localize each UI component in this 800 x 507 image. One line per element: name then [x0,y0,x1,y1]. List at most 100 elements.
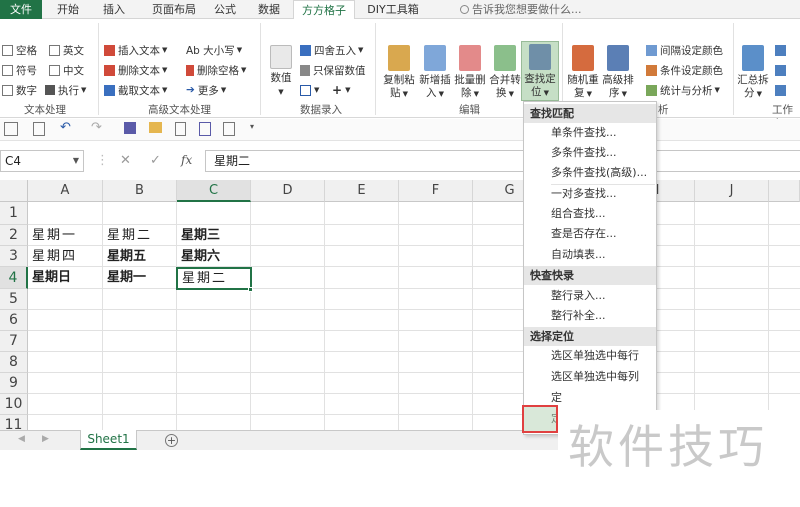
menu-item-combo-lookup[interactable]: 组合查找... [524,204,656,224]
case-button[interactable]: Ab 大小写 ▼ [186,41,242,59]
cell-b4[interactable]: 星期一 [103,267,177,289]
batch-delete-button[interactable]: 批量删除 ▼ [452,43,488,101]
menu-item-row-complete[interactable]: 整行补全... [524,306,656,326]
open-folder-icon[interactable] [149,122,162,133]
statistics-button[interactable]: 统计与分析 ▼ [646,81,720,99]
tab-data[interactable]: 数据 [253,0,285,19]
row-header-6[interactable]: 6 [0,310,28,331]
active-cell-c4[interactable]: 星期二 [176,267,252,290]
format-button[interactable]: ▼ [300,81,319,99]
row-header-11[interactable]: 11 [0,415,28,430]
cancel-icon[interactable]: ✕ [120,153,131,168]
find-locate-button[interactable]: 查找定位 ▼ [521,41,559,101]
insert-new-button[interactable]: 新增插入 ▼ [417,43,453,101]
summary-split-button[interactable]: 汇总拆分 ▼ [736,43,770,101]
tab-fangfang[interactable]: 方方格子 [293,0,355,20]
undo-icon[interactable]: ↶ [60,121,74,136]
redo-icon[interactable]: ↷ [91,121,105,136]
formula-input[interactable]: 星期二 [205,150,800,172]
qat-customize-icon[interactable]: ▾ [250,122,264,136]
condition-color-button[interactable]: 条件设定颜色 [646,61,723,79]
row-header-5[interactable]: 5 [0,289,28,310]
checkbox-symbol[interactable]: 符号 [2,61,37,79]
cell-b2[interactable]: 星期二 [103,225,177,246]
checkbox-english[interactable]: 英文 [49,41,84,59]
checkbox-chinese[interactable]: 中文 [49,61,84,79]
insert-function-button[interactable]: fx [181,153,192,167]
row-header-9[interactable]: 9 [0,373,28,394]
column-header-f[interactable]: F [399,180,473,202]
row-header-8[interactable]: 8 [0,352,28,373]
column-header-b[interactable]: B [103,180,177,202]
extract-text-button[interactable]: 截取文本 ▼ [104,81,167,99]
interval-color-button[interactable]: 间隔设定颜色 [646,41,723,59]
cell-a3[interactable]: 星期四 [28,246,103,267]
enter-icon[interactable]: ✓ [150,153,161,168]
add-sheet-icon[interactable]: + [165,434,178,447]
menu-item-single-lookup[interactable]: 单条件查找... [524,123,656,143]
save-icon[interactable] [124,122,136,134]
tab-diy-toolbox[interactable]: DIY工具箱 [361,0,425,19]
menu-item-check-exists[interactable]: 查是否存在... [524,224,656,244]
execute-button[interactable]: 执行 ▼ [45,81,86,99]
row-header-7[interactable]: 7 [0,331,28,352]
menu-item-one-to-many[interactable]: 一对多查找... [524,184,656,204]
more-button[interactable]: ➔ 更多 ▼ [186,81,226,99]
round-button[interactable]: 四舍五入 ▼ [300,41,363,59]
copy-icon[interactable] [33,122,45,136]
scroll-left-icon[interactable]: ◀ [18,434,25,444]
menu-item-select-each-column[interactable]: 选区单独选中每列 [524,367,656,387]
scroll-right-icon[interactable]: ▶ [42,434,49,444]
copy-paste-button[interactable]: 复制粘贴 ▼ [381,43,417,101]
column-header-k[interactable] [769,180,800,202]
save-as-icon[interactable] [199,122,211,136]
print-preview-icon[interactable] [223,122,235,136]
new-file-icon[interactable] [175,122,186,136]
sheet-tab-sheet1[interactable]: Sheet1 [80,430,137,450]
cell-c2[interactable]: 星期三 [177,225,251,246]
tab-formulas[interactable]: 公式 [209,0,241,19]
menu-item-multi-lookup[interactable]: 多条件查找... [524,143,656,163]
select-all-corner[interactable] [0,180,28,202]
random-repeat-button[interactable]: 随机重复 ▼ [566,43,600,101]
row-header-10[interactable]: 10 [0,394,28,415]
number-button[interactable]: 数值 ▼ [266,43,296,99]
column-header-c[interactable]: C [177,180,251,202]
advanced-sort-button[interactable]: 高级排序 ▼ [601,43,635,101]
tell-me-search[interactable]: 告诉我您想要做什么... [460,0,620,19]
checkbox-space[interactable]: 空格 [2,41,37,59]
row-header-2[interactable]: 2 [0,225,28,246]
tab-file[interactable]: 文件 [0,0,42,19]
menu-item-auto-fill[interactable]: 自动填表... [524,245,656,265]
cell-a2[interactable]: 星期一 [28,225,103,246]
plus-button[interactable]: + ▼ [332,81,350,99]
cell-c3[interactable]: 星期六 [177,246,251,267]
sheet-tool-1[interactable] [775,41,789,59]
column-header-j[interactable]: J [695,180,769,202]
name-box[interactable]: C4 ▼ [0,150,84,172]
sheet-tool-3[interactable] [775,81,789,99]
tab-insert[interactable]: 插入 [96,0,132,19]
menu-item-multi-lookup-advanced[interactable]: 多条件查找(高级)... [524,163,656,183]
checkbox-number[interactable]: 数字 [2,81,37,99]
keep-numbers-button[interactable]: 只保留数值 [300,61,366,79]
cell-a4[interactable]: 星期日 [28,267,103,289]
delete-space-button[interactable]: 删除空格 ▼ [186,61,246,79]
tab-page-layout[interactable]: 页面布局 [143,0,205,19]
menu-item-select-each-row[interactable]: 选区单独选中每行 [524,346,656,366]
row-header-3[interactable]: 3 [0,246,28,267]
insert-text-button[interactable]: 插入文本 ▼ [104,41,167,59]
menu-item-row-entry[interactable]: 整行录入... [524,286,656,306]
column-header-d[interactable]: D [251,180,325,202]
fill-handle[interactable] [248,287,253,292]
tab-home[interactable]: 开始 [50,0,86,19]
merge-convert-button[interactable]: 合并转换 ▼ [487,43,523,101]
delete-text-button[interactable]: 删除文本 ▼ [104,61,167,79]
row-header-1[interactable]: 1 [0,202,28,225]
table-icon[interactable] [4,122,18,136]
row-header-4[interactable]: 4 [0,267,28,289]
column-header-e[interactable]: E [325,180,399,202]
column-header-a[interactable]: A [28,180,103,202]
sheet-tool-2[interactable] [775,61,789,79]
cell-b3[interactable]: 星期五 [103,246,177,267]
